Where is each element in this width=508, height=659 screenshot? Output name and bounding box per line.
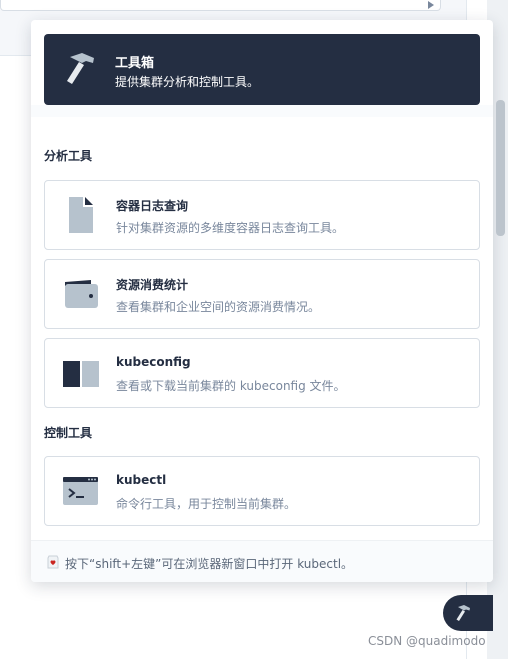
terminal-icon	[63, 477, 98, 505]
toolbox-panel: 工具箱 提供集群分析和控制工具。 分析工具 容器日志查询 针对集群资源的多维度容…	[31, 20, 493, 582]
tool-title: kubectl	[116, 473, 167, 487]
document-icon	[69, 197, 93, 233]
footer-tip: 按下“shift+左键”可在浏览器新窗口中打开 kubectl。	[65, 557, 354, 571]
tool-description: 查看集群和企业空间的资源消费情况。	[116, 300, 321, 314]
hammer-icon	[67, 53, 94, 84]
toolbox-title: 工具箱	[115, 56, 155, 71]
tool-description: 针对集群资源的多维度容器日志查询工具。	[116, 221, 345, 235]
tool-card-resource-billing[interactable]: 资源消费统计 查看集群和企业空间的资源消费情况。	[44, 259, 480, 329]
tool-card-container-logs[interactable]: 容器日志查询 针对集群资源的多维度容器日志查询工具。	[44, 180, 480, 250]
tool-description: 命令行工具，用于控制当前集群。	[116, 497, 297, 511]
wallet-icon	[65, 280, 98, 308]
tip-icon	[47, 555, 59, 569]
toolbox-description: 提供集群分析和控制工具。	[115, 75, 260, 89]
tool-title: 资源消费统计	[116, 278, 189, 292]
scrollbar-thumb[interactable]	[496, 100, 505, 236]
watermark: CSDN @quadimodo	[368, 634, 486, 648]
toolbox-toggle-button[interactable]	[443, 595, 493, 631]
tool-description: 查看或下载当前集群的 kubeconfig 文件。	[116, 379, 346, 393]
play-icon[interactable]	[428, 1, 434, 9]
toolbox-footer: 按下“shift+左键”可在浏览器新窗口中打开 kubectl。	[31, 540, 493, 582]
toolbox-content: 工具箱 提供集群分析和控制工具。 分析工具 容器日志查询 针对集群资源的多维度容…	[31, 20, 493, 540]
tool-title: kubeconfig	[116, 355, 191, 369]
section-title-analysis: 分析工具	[44, 149, 93, 163]
book-icon	[63, 361, 99, 387]
scrollbar-track[interactable]	[495, 0, 507, 659]
header-band	[31, 105, 493, 117]
tool-title: 容器日志查询	[116, 199, 189, 213]
toolbox-header: 工具箱 提供集群分析和控制工具。	[44, 34, 480, 105]
section-title-control: 控制工具	[44, 426, 93, 440]
tool-card-kubectl[interactable]: kubectl 命令行工具，用于控制当前集群。	[44, 456, 480, 526]
hammer-icon	[456, 605, 470, 621]
background-input[interactable]	[0, 0, 441, 11]
tool-card-kubeconfig[interactable]: kubeconfig 查看或下载当前集群的 kubeconfig 文件。	[44, 338, 480, 408]
